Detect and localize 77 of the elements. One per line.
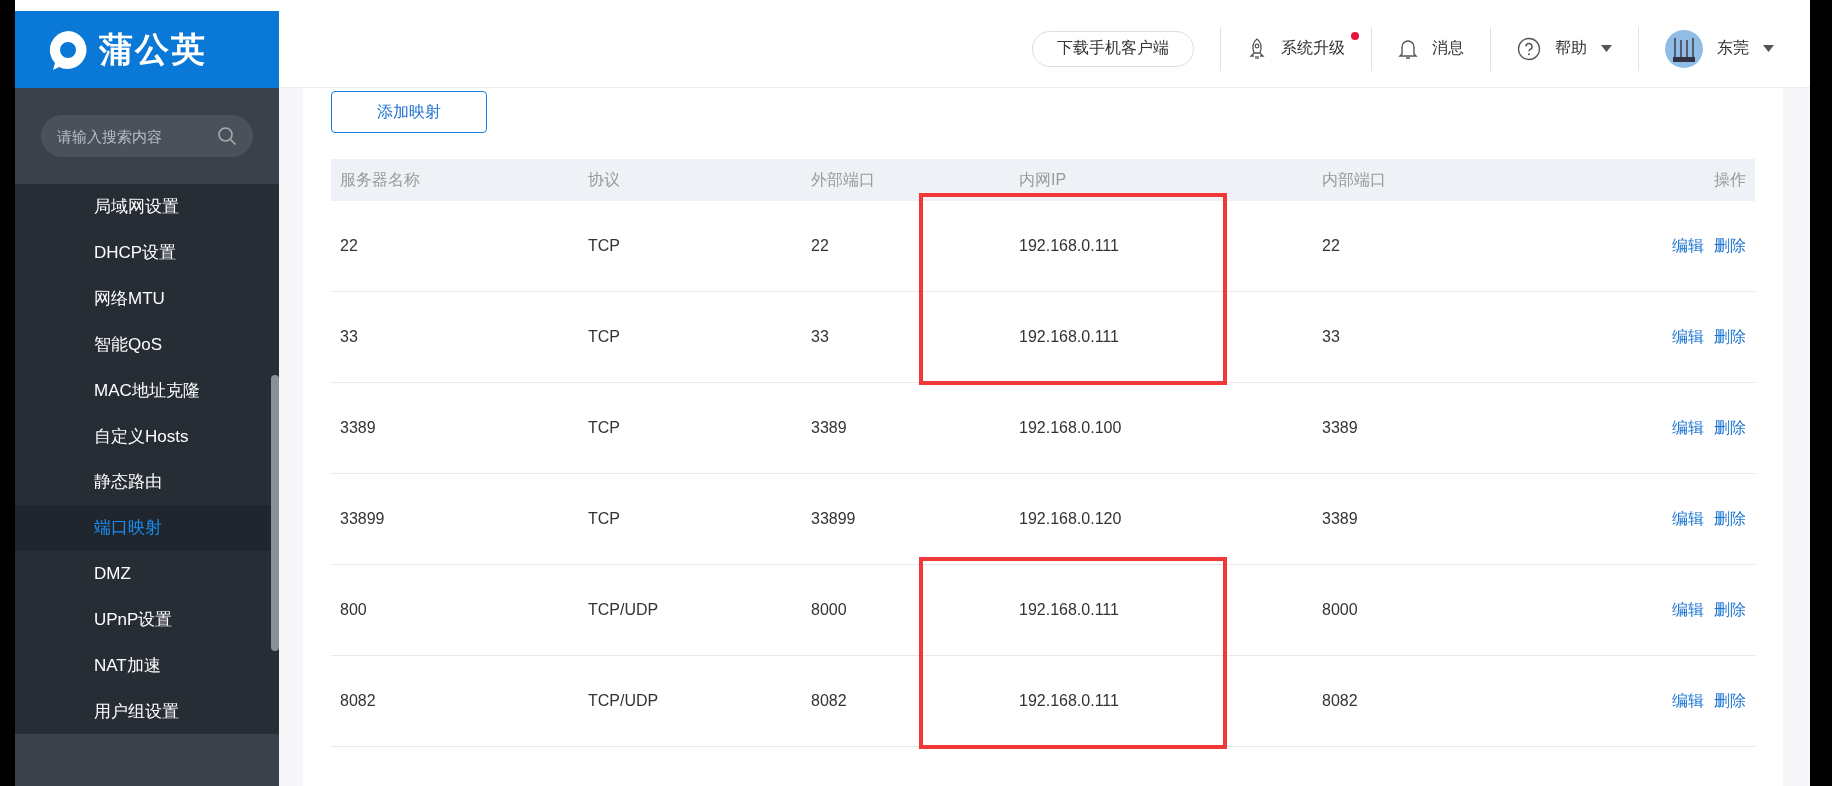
table-cell-text: 22 — [810, 237, 830, 255]
edit-link[interactable]: 编辑 — [1672, 690, 1704, 712]
table-cell-text: 33 — [810, 328, 830, 346]
table-cell-text: TCP — [587, 419, 621, 437]
scrollbar[interactable] — [271, 375, 279, 651]
upgrade-link[interactable]: 系统升级 — [1281, 38, 1345, 59]
table-cell-text: TCP — [587, 237, 621, 255]
column-header: 内部端口 — [1321, 169, 1387, 190]
table-cell-text: 8000 — [810, 601, 848, 619]
table-cell-text: 192.168.0.111 — [1018, 601, 1120, 619]
logo-icon — [47, 28, 89, 71]
sidebar-item[interactable]: UPnP设置 — [15, 596, 271, 643]
table-cell-text: 22 — [1321, 237, 1341, 255]
column-header: 服务器名称 — [339, 169, 421, 190]
rocket-icon[interactable] — [1247, 37, 1267, 60]
sidebar-item[interactable]: NAT加速 — [15, 642, 271, 689]
help-icon[interactable] — [1517, 36, 1541, 61]
delete-link[interactable]: 删除 — [1714, 690, 1746, 712]
sidebar-item[interactable]: DHCP设置 — [15, 229, 271, 276]
table-cell-text: 33 — [339, 328, 359, 346]
edit-link[interactable]: 编辑 — [1672, 599, 1704, 621]
table-cell-text: 192.168.0.111 — [1018, 692, 1120, 710]
download-app-button[interactable]: 下载手机客户端 — [1032, 30, 1194, 67]
table-cell-text: 33899 — [810, 510, 857, 528]
device-avatar[interactable] — [1665, 29, 1703, 68]
table-cell-text: TCP — [587, 510, 621, 528]
caret-icon — [1601, 45, 1612, 52]
table-cell-text: TCP — [587, 328, 621, 346]
column-header: 操作 — [1713, 169, 1747, 190]
column-header: 外部端口 — [810, 169, 876, 190]
edit-link[interactable]: 编辑 — [1672, 326, 1704, 348]
device-name[interactable]: 东莞 — [1717, 38, 1749, 59]
delete-link[interactable]: 删除 — [1714, 235, 1746, 257]
table-cell-text: TCP/UDP — [587, 601, 660, 619]
search-field[interactable]: 请输入搜索内容 — [41, 115, 253, 157]
sidebar-item[interactable]: 网络MTU — [15, 275, 271, 322]
table-cell-text: 8000 — [1321, 601, 1359, 619]
bell-icon[interactable] — [1398, 37, 1418, 60]
table-cell-text: 3389 — [1321, 510, 1359, 528]
table-cell-text: 800 — [339, 601, 368, 619]
caret-icon — [1763, 45, 1774, 52]
logo-text: 蒲公英 — [99, 28, 207, 70]
column-header: 协议 — [587, 169, 621, 190]
search-icon — [217, 126, 237, 146]
table-cell-text: 33 — [1321, 328, 1341, 346]
delete-link[interactable]: 删除 — [1714, 599, 1746, 621]
table-cell-text: 192.168.0.100 — [1018, 419, 1123, 437]
delete-link[interactable]: 删除 — [1714, 326, 1746, 348]
sidebar-item[interactable]: MAC地址克隆 — [15, 367, 271, 414]
sidebar-item[interactable]: 自定义Hosts — [15, 413, 271, 459]
table-cell-text: 192.168.0.111 — [1018, 328, 1120, 346]
table-cell-text: 3389 — [339, 419, 377, 437]
delete-link[interactable]: 删除 — [1714, 508, 1746, 530]
edit-link[interactable]: 编辑 — [1672, 235, 1704, 257]
table-cell-text: 192.168.0.111 — [1018, 237, 1120, 255]
help-menu[interactable]: 帮助 — [1555, 38, 1587, 59]
table-cell-text: 8082 — [339, 692, 377, 710]
table-cell-text: 192.168.0.120 — [1018, 510, 1123, 528]
column-header: 内网IP — [1018, 169, 1068, 190]
edit-link[interactable]: 编辑 — [1672, 417, 1704, 439]
messages-link[interactable]: 消息 — [1432, 38, 1464, 59]
delete-link[interactable]: 删除 — [1714, 417, 1746, 439]
add-mapping-button[interactable]: 添加映射 — [331, 91, 487, 133]
table-cell-text: 8082 — [810, 692, 848, 710]
table-cell-text: 3389 — [810, 419, 848, 437]
sidebar-item[interactable]: 智能QoS — [15, 321, 271, 368]
sidebar-item[interactable]: 用户组设置 — [15, 688, 271, 734]
sidebar-item[interactable]: 局域网设置 — [15, 184, 271, 230]
table-cell-text: 33899 — [339, 510, 386, 528]
table-cell-text: TCP/UDP — [587, 692, 660, 710]
edit-link[interactable]: 编辑 — [1672, 508, 1704, 530]
table-cell-text: 8082 — [1321, 692, 1359, 710]
sidebar-item[interactable]: 静态路由 — [15, 458, 271, 505]
sidebar-item[interactable]: 端口映射 — [15, 504, 271, 551]
table-cell-text: 22 — [339, 237, 359, 255]
table-cell-text: 3389 — [1321, 419, 1359, 437]
sidebar-item[interactable]: DMZ — [15, 550, 271, 597]
